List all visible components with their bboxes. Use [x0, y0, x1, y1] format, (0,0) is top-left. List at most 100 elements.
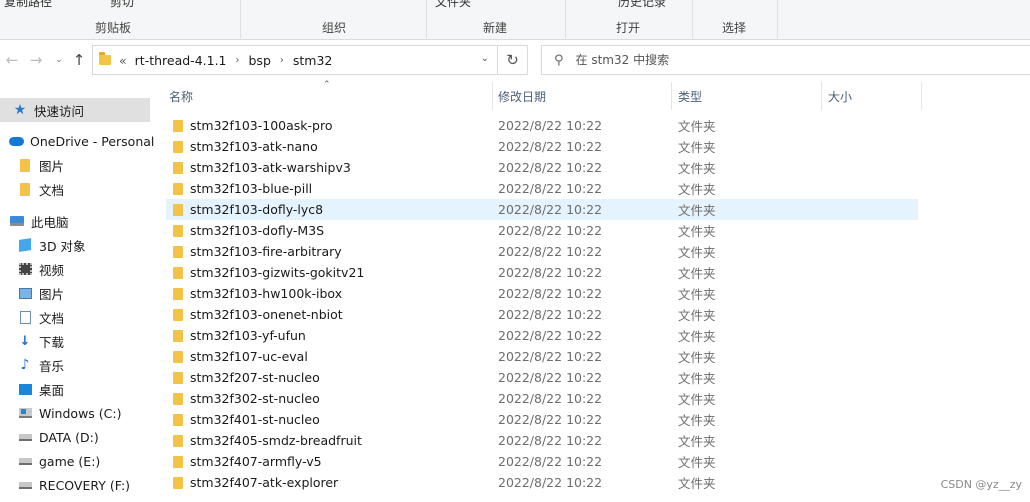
breadcrumb-separator[interactable]: › [236, 55, 240, 66]
file-modified-date: 2022/8/22 10:22 [498, 307, 603, 322]
folder-icon [173, 225, 183, 237]
ribbon-group-label: 新建 [483, 21, 508, 35]
sidebar-item-drive-f[interactable]: RECOVERY (F:) [0, 473, 150, 497]
file-name: stm32f103-onenet-nbiot [190, 307, 343, 322]
sidebar-item-desktop[interactable]: 桌面 [0, 377, 150, 401]
table-row[interactable]: stm32f107-uc-eval 2022/8/22 10:22 文件夹 [166, 346, 918, 367]
drive-icon [17, 430, 33, 444]
sidebar-item-onedrive-documents[interactable]: 文档 [0, 177, 150, 201]
table-row[interactable]: stm32f103-gizwits-gokitv21 2022/8/22 10:2… [166, 262, 918, 283]
breadcrumb-bsp[interactable]: bsp [249, 53, 271, 68]
sidebar-item-drive-e[interactable]: game (E:) [0, 449, 150, 473]
sidebar-item-onedrive-pictures[interactable]: 图片 [0, 153, 150, 177]
column-header-name[interactable]: 名称 [169, 82, 489, 110]
copy-path-button[interactable]: 复制路径 [4, 0, 52, 10]
folder-icon [173, 204, 183, 216]
column-divider[interactable] [492, 82, 493, 110]
table-row[interactable]: stm32f103-atk-warshipv3 2022/8/22 10:22 文件… [166, 157, 918, 178]
file-type: 文件夹 [678, 308, 716, 323]
sidebar-item-label: 文档 [39, 310, 65, 326]
ribbon: 复制路径 剪切 剪贴板 组织 文件夹 新建 历史记录 打开 选择 [0, 0, 1030, 40]
address-history-chevron-icon[interactable]: ⌄ [481, 53, 489, 64]
sidebar-item-3d-objects[interactable]: 3D 对象 [0, 233, 150, 257]
search-box[interactable]: ⚲ [541, 45, 1030, 75]
chevron-down-icon[interactable]: ⌄ [49, 50, 69, 70]
sidebar-item-pictures[interactable]: 图片 [0, 281, 150, 305]
file-type: 文件夹 [678, 350, 716, 365]
search-input[interactable] [575, 53, 976, 67]
file-type: 文件夹 [678, 224, 716, 239]
table-row[interactable]: stm32f103-onenet-nbiot 2022/8/22 10:22 文件夹 [166, 304, 918, 325]
column-header-date[interactable]: 修改日期 [498, 82, 668, 110]
table-row[interactable]: stm32f103-hw100k-ibox 2022/8/22 10:22 文件夹 [166, 283, 918, 304]
column-header-type[interactable]: 类型 [678, 82, 818, 110]
column-divider[interactable] [821, 82, 822, 110]
column-header-size[interactable]: 大小 [828, 82, 918, 110]
folder-icon [173, 330, 183, 342]
sidebar-item-this-pc[interactable]: 此电脑 [0, 209, 150, 233]
file-type: 文件夹 [678, 455, 716, 470]
ribbon-group-label: 剪贴板 [95, 21, 132, 35]
file-modified-date: 2022/8/22 10:22 [498, 391, 603, 406]
table-row[interactable]: stm32f405-smdz-breadfruit 2022/8/22 10:22… [166, 430, 918, 451]
table-row[interactable]: stm32f103-blue-pill 2022/8/22 10:22 文件夹 [166, 178, 918, 199]
table-row[interactable]: stm32f302-st-nucleo 2022/8/22 10:22 文件夹 [166, 388, 918, 409]
column-divider[interactable] [921, 82, 922, 110]
breadcrumb-overflow[interactable]: « [119, 53, 127, 68]
breadcrumb-rt-thread[interactable]: rt-thread-4.1.1 [135, 53, 227, 68]
sidebar-item-label: 视频 [39, 262, 65, 278]
table-row[interactable]: stm32f103-100ask-pro 2022/8/22 10:22 文件夹 [166, 115, 918, 136]
table-row[interactable]: stm32f103-dofly-M3S 2022/8/22 10:22 文件夹 [166, 220, 918, 241]
column-divider[interactable] [671, 82, 672, 110]
table-row[interactable]: stm32f207-st-nucleo 2022/8/22 10:22 文件夹 [166, 367, 918, 388]
file-modified-date: 2022/8/22 10:22 [498, 118, 603, 133]
video-icon [17, 262, 33, 276]
sidebar-item-downloads[interactable]: ↓ 下载 [0, 329, 150, 353]
refresh-icon[interactable]: ↻ [498, 45, 528, 75]
sidebar-item-onedrive[interactable]: OneDrive - Personal [0, 129, 154, 153]
back-arrow-icon[interactable]: ← [2, 50, 22, 70]
ribbon-group-select: 选择 [693, 0, 778, 40]
table-row[interactable]: stm32f401-st-nucleo 2022/8/22 10:22 文件夹 [166, 409, 918, 430]
file-type: 文件夹 [678, 245, 716, 260]
sidebar-item-drive-c[interactable]: Windows (C:) [0, 401, 150, 425]
table-row[interactable]: stm32f103-atk-nano 2022/8/22 10:22 文件夹 [166, 136, 918, 157]
file-name: stm32f103-dofly-lyc8 [190, 202, 324, 217]
folder-icon [173, 183, 183, 195]
file-modified-date: 2022/8/22 10:22 [498, 202, 603, 217]
file-name: stm32f103-blue-pill [190, 181, 313, 196]
cloud-icon [9, 134, 24, 148]
file-type: 文件夹 [678, 476, 716, 491]
cut-button[interactable]: 剪切 [110, 0, 134, 10]
file-name: stm32f103-fire-arbitrary [190, 244, 342, 259]
drive-icon [17, 478, 33, 492]
folder-icon [17, 158, 33, 172]
folder-icon [173, 456, 183, 468]
sidebar-item-quick-access[interactable]: ★ 快速访问 [0, 98, 150, 122]
music-icon: ♪ [20, 357, 30, 373]
history-button[interactable]: 历史记录 [618, 0, 666, 10]
table-row[interactable]: stm32f407-armfly-v5 2022/8/22 10:22 文件夹 [166, 451, 918, 472]
file-modified-date: 2022/8/22 10:22 [498, 328, 603, 343]
breadcrumb-stm32[interactable]: stm32 [293, 53, 333, 68]
sidebar-item-music[interactable]: ♪ 音乐 [0, 353, 150, 377]
sidebar-item-videos[interactable]: 视频 [0, 257, 150, 281]
file-name: stm32f103-dofly-M3S [190, 223, 325, 238]
breadcrumb-separator[interactable]: › [280, 55, 284, 66]
table-row[interactable]: stm32f103-dofly-lyc8 2022/8/22 10:22 文件夹 [166, 199, 918, 220]
sidebar-item-label: 下载 [39, 334, 65, 350]
table-row[interactable]: stm32f407-atk-explorer 2022/8/22 10:22 文件夹 [166, 472, 918, 493]
table-row[interactable]: stm32f103-yf-ufun 2022/8/22 10:22 文件夹 [166, 325, 918, 346]
up-arrow-icon[interactable]: ↑ [69, 50, 89, 70]
file-type: 文件夹 [678, 119, 716, 134]
forward-arrow-icon[interactable]: → [26, 50, 46, 70]
new-folder-button[interactable]: 文件夹 [435, 0, 471, 10]
folder-icon [173, 162, 183, 174]
sidebar-item-documents[interactable]: 文档 [0, 305, 150, 329]
sidebar-item-drive-d[interactable]: DATA (D:) [0, 425, 150, 449]
folder-icon [99, 52, 111, 65]
sidebar-item-label: 桌面 [39, 382, 65, 398]
file-name: stm32f107-uc-eval [190, 349, 308, 364]
address-bar[interactable]: « rt-thread-4.1.1 › bsp › stm32 ⌄ [92, 45, 498, 75]
table-row[interactable]: stm32f103-fire-arbitrary 2022/8/22 10:22 文… [166, 241, 918, 262]
